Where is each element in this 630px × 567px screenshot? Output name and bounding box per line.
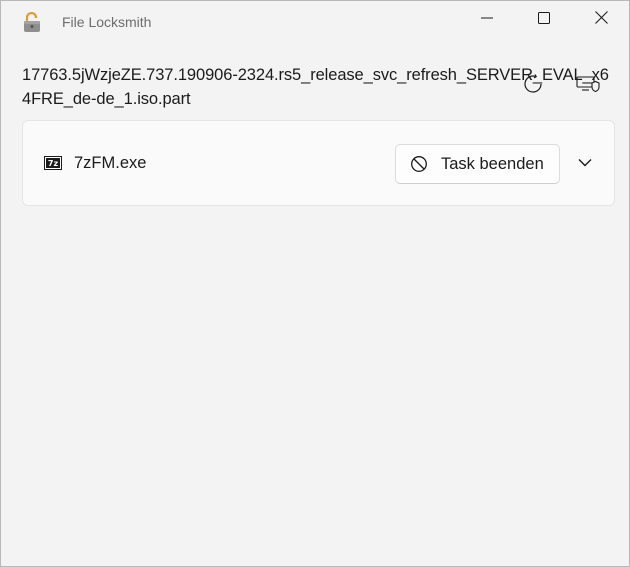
admin-restart-icon xyxy=(576,73,600,100)
title-bar[interactable]: File Locksmith xyxy=(1,1,629,41)
svg-text:7z: 7z xyxy=(48,159,59,168)
lock-icon xyxy=(23,11,41,32)
close-button[interactable] xyxy=(578,1,624,39)
expand-details-button[interactable] xyxy=(571,149,599,177)
process-name: 7zFM.exe xyxy=(74,154,147,172)
end-task-button[interactable]: Task beenden xyxy=(395,144,560,184)
minimize-button[interactable] xyxy=(464,1,510,39)
file-locksmith-window: File Locksmith 17763.5jWzjeZE.737.190906… xyxy=(0,0,630,567)
end-task-label: Task beenden xyxy=(441,154,544,173)
block-icon xyxy=(410,155,428,173)
refresh-icon xyxy=(522,73,544,100)
chevron-down-icon xyxy=(578,154,592,172)
process-card: 7z 7zFM.exe Task beenden xyxy=(22,120,615,206)
maximize-icon xyxy=(538,11,550,29)
maximize-button[interactable] xyxy=(521,1,567,39)
refresh-button[interactable] xyxy=(521,73,545,100)
restart-as-admin-button[interactable] xyxy=(576,74,600,98)
close-icon xyxy=(594,11,608,29)
app-title: File Locksmith xyxy=(62,14,152,30)
7zip-icon: 7z xyxy=(44,156,62,170)
minimize-icon xyxy=(481,11,493,29)
